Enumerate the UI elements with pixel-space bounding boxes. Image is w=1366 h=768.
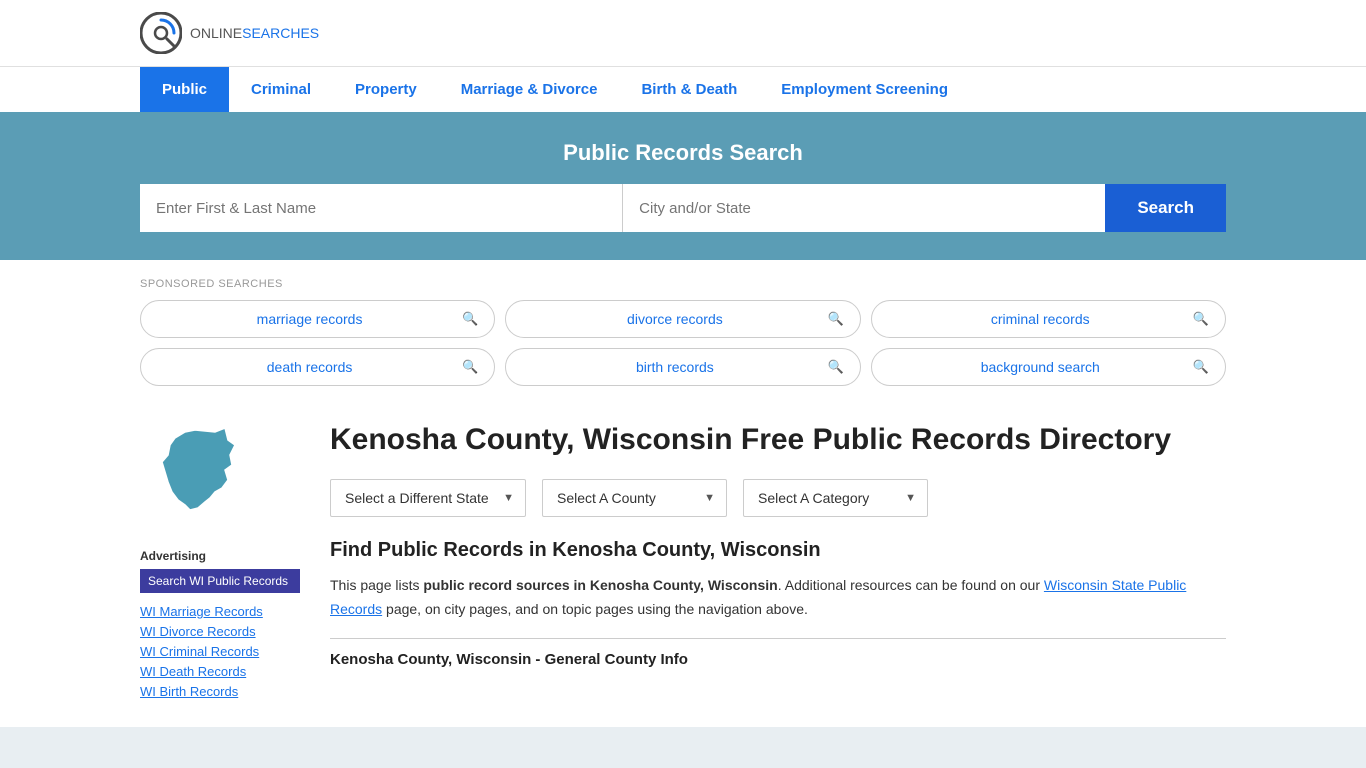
ad-button[interactable]: Search WI Public Records (140, 569, 300, 593)
county-selector[interactable]: Select A County (542, 479, 727, 517)
sidebar: Advertising Search WI Public Records WI … (140, 420, 300, 703)
header: ONLINESEARCHES (0, 0, 1366, 66)
sidebar-links: WI Marriage Records WI Divorce Records W… (140, 603, 300, 699)
sponsored-grid: marriage records 🔍 divorce records 🔍 cri… (140, 300, 1226, 386)
sidebar-link-death[interactable]: WI Death Records (140, 663, 300, 679)
sponsored-item-marriage[interactable]: marriage records 🔍 (140, 300, 495, 338)
sponsored-section: SPONSORED SEARCHES marriage records 🔍 di… (140, 260, 1226, 396)
sponsored-item-divorce[interactable]: divorce records 🔍 (505, 300, 860, 338)
sponsored-item-birth[interactable]: birth records 🔍 (505, 348, 860, 386)
main-content: Kenosha County, Wisconsin Free Public Re… (330, 420, 1226, 703)
section-divider: Kenosha County, Wisconsin - General Coun… (330, 638, 1226, 668)
content-area: Advertising Search WI Public Records WI … (140, 396, 1226, 727)
find-title: Find Public Records in Kenosha County, W… (330, 539, 1226, 562)
nav-item-marriage-divorce[interactable]: Marriage & Divorce (439, 67, 620, 112)
state-selector[interactable]: Select a Different State (330, 479, 526, 517)
search-icon-criminal: 🔍 (1193, 311, 1209, 327)
sponsored-link-marriage[interactable]: marriage records (157, 311, 462, 327)
sponsored-link-death[interactable]: death records (157, 359, 462, 375)
search-icon-divorce: 🔍 (827, 311, 843, 327)
sponsored-label: SPONSORED SEARCHES (140, 278, 1226, 290)
nav-item-birth-death[interactable]: Birth & Death (619, 67, 759, 112)
search-banner-title: Public Records Search (140, 140, 1226, 166)
page-description: This page lists public record sources in… (330, 574, 1226, 622)
search-icon-death: 🔍 (462, 359, 478, 375)
state-selector-wrap: Select a Different State (330, 479, 526, 517)
sidebar-link-criminal[interactable]: WI Criminal Records (140, 643, 300, 659)
logo-text: ONLINESEARCHES (190, 25, 319, 41)
sponsored-item-criminal[interactable]: criminal records 🔍 (871, 300, 1226, 338)
advertising-label: Advertising (140, 549, 300, 563)
sponsored-item-background[interactable]: background search 🔍 (871, 348, 1226, 386)
category-selector[interactable]: Select A Category (743, 479, 928, 517)
page-title: Kenosha County, Wisconsin Free Public Re… (330, 420, 1226, 459)
search-icon-background: 🔍 (1193, 359, 1209, 375)
name-input[interactable] (140, 184, 623, 232)
nav-item-employment[interactable]: Employment Screening (759, 67, 970, 112)
sidebar-link-marriage[interactable]: WI Marriage Records (140, 603, 300, 619)
county-selector-wrap: Select A County (542, 479, 727, 517)
nav-item-public[interactable]: Public (140, 67, 229, 112)
search-icon-marriage: 🔍 (462, 311, 478, 327)
sponsored-item-death[interactable]: death records 🔍 (140, 348, 495, 386)
sponsored-link-criminal[interactable]: criminal records (888, 311, 1193, 327)
nav-item-property[interactable]: Property (333, 67, 439, 112)
selectors-row: Select a Different State Select A County… (330, 479, 1226, 517)
sidebar-link-birth[interactable]: WI Birth Records (140, 683, 300, 699)
state-map (140, 420, 300, 533)
sponsored-link-birth[interactable]: birth records (522, 359, 827, 375)
description-bold: public record sources in Kenosha County,… (423, 577, 777, 593)
logo-icon (140, 12, 182, 54)
nav-item-criminal[interactable]: Criminal (229, 67, 333, 112)
location-input[interactable] (623, 184, 1105, 232)
search-button[interactable]: Search (1105, 184, 1226, 232)
wisconsin-map-svg (140, 420, 260, 530)
sponsored-link-divorce[interactable]: divorce records (522, 311, 827, 327)
main-nav: Public Criminal Property Marriage & Divo… (0, 66, 1366, 112)
logo: ONLINESEARCHES (140, 12, 319, 54)
search-banner: Public Records Search Search (0, 112, 1366, 260)
category-selector-wrap: Select A Category (743, 479, 928, 517)
sponsored-link-background[interactable]: background search (888, 359, 1193, 375)
search-icon-birth: 🔍 (827, 359, 843, 375)
sidebar-link-divorce[interactable]: WI Divorce Records (140, 623, 300, 639)
section-subtitle: Kenosha County, Wisconsin - General Coun… (330, 651, 688, 668)
search-form: Search (140, 184, 1226, 232)
main-area: SPONSORED SEARCHES marriage records 🔍 di… (0, 260, 1366, 727)
